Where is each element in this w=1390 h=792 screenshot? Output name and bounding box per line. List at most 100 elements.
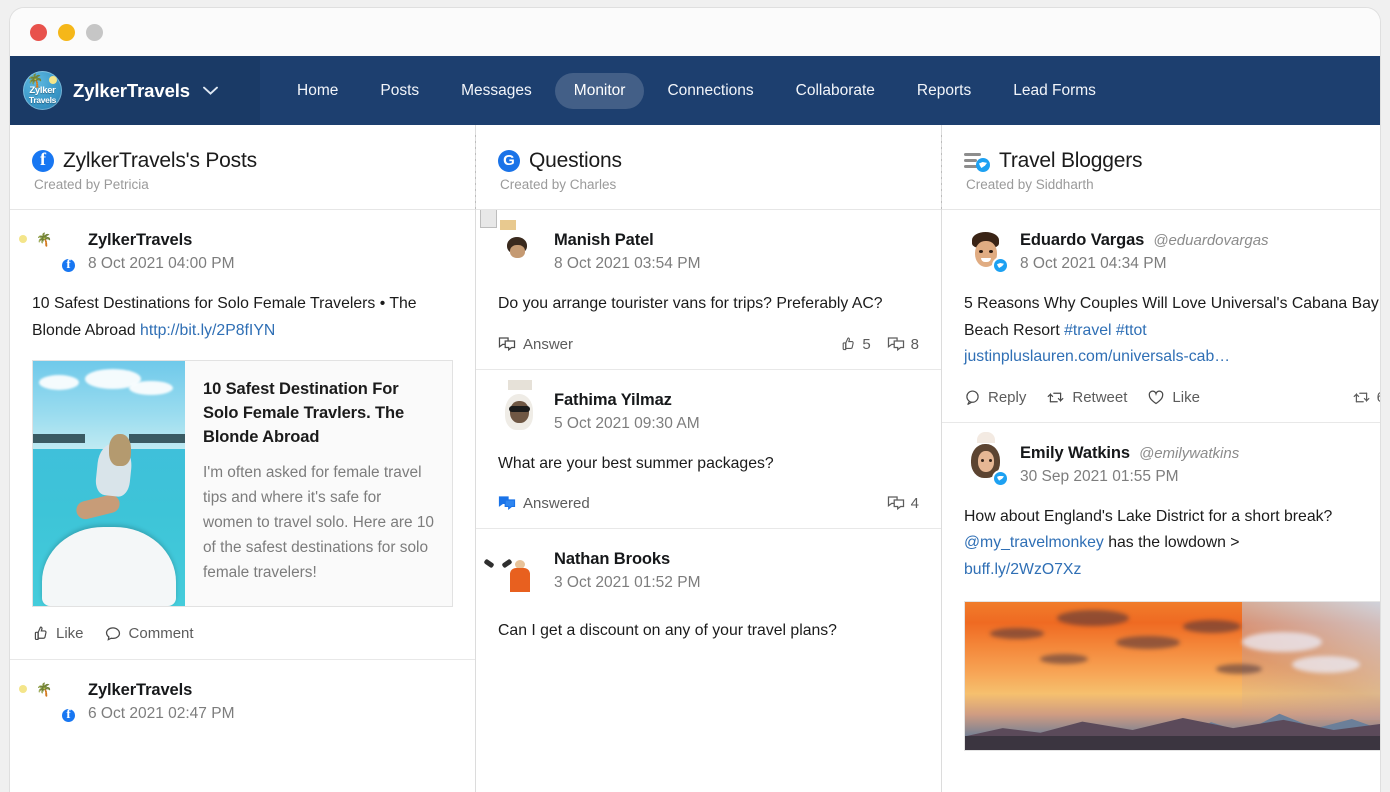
column-feed[interactable]: Eduardo Vargas @eduardovargas 8 Oct 2021…	[942, 210, 1380, 792]
tweet-text: 5 Reasons Why Couples Will Love Universa…	[964, 291, 1380, 371]
thumbs-up-icon	[32, 625, 49, 642]
retweet-label: Retweet	[1072, 389, 1127, 406]
question-actions: Answered 4	[498, 495, 919, 512]
comment-label: Comment	[129, 625, 194, 642]
link-preview-description: I'm often asked for female travel tips a…	[203, 461, 434, 586]
tweet-photo[interactable]	[964, 601, 1380, 751]
answered-label: Answered	[523, 495, 590, 512]
nav-item-home[interactable]: Home	[278, 73, 357, 109]
app-window: 🌴 Zylker Travels ZylkerTravels Home Post…	[10, 8, 1380, 792]
window-controls	[30, 24, 103, 41]
retweet-icon	[1046, 389, 1065, 406]
sun-glyph	[49, 76, 57, 84]
column-feed[interactable]: 🌴 Zylker Travels ZylkerTravels 8 O	[10, 210, 475, 792]
link-preview-title: 10 Safest Destination For Solo Female Tr…	[203, 378, 434, 450]
post-actions: Like Comment	[32, 625, 453, 643]
tweet-handle[interactable]: @eduardovargas	[1153, 232, 1268, 249]
comment-button[interactable]: Comment	[104, 625, 194, 643]
facebook-badge-icon	[60, 257, 77, 274]
column-feed[interactable]: Manish Patel 8 Oct 2021 03:54 PM Do you …	[476, 210, 941, 792]
column-subtitle: Created by Petricia	[34, 177, 455, 192]
answer-label: Answer	[523, 336, 573, 353]
nav-item-messages[interactable]: Messages	[442, 73, 551, 109]
avatar[interactable]: 🌴 Zylker Travels	[32, 680, 75, 723]
tweet-author[interactable]: Emily Watkins	[1020, 444, 1130, 463]
nav-item-monitor[interactable]: Monitor	[555, 73, 645, 109]
facebook-icon	[32, 150, 54, 172]
likes-metric: 5	[840, 336, 870, 353]
avatar[interactable]	[964, 443, 1007, 486]
reply-button[interactable]: Reply	[964, 389, 1026, 406]
column-header: Questions Created by Charles	[476, 125, 941, 210]
tweet-actions: Reply Retweet	[964, 389, 1380, 406]
avatar[interactable]	[498, 230, 541, 273]
feed-post: 🌴 Zylker Travels ZylkerTravels 6 O	[10, 660, 475, 723]
column-header: ZylkerTravels's Posts Created by Petrici…	[10, 125, 475, 210]
answer-button[interactable]: Answer	[498, 336, 573, 353]
nav-item-lead-forms[interactable]: Lead Forms	[994, 73, 1115, 109]
avatar[interactable]: 🌴 Zylker Travels	[32, 230, 75, 273]
avatar[interactable]	[498, 390, 541, 433]
like-button[interactable]: Like	[1147, 389, 1200, 406]
answered-status[interactable]: Answered	[498, 495, 590, 512]
retweet-button[interactable]: Retweet	[1046, 389, 1127, 406]
column-header: Travel Bloggers Created by Siddharth	[942, 125, 1380, 210]
maximize-window-button[interactable]	[86, 24, 103, 41]
post-author[interactable]: ZylkerTravels	[88, 681, 192, 700]
tweet-card: Eduardo Vargas @eduardovargas 8 Oct 2021…	[942, 210, 1380, 423]
nav-item-connections[interactable]: Connections	[648, 73, 772, 109]
retweet-count: 6	[1377, 389, 1380, 406]
column-subtitle: Created by Charles	[500, 177, 921, 192]
nav-item-collaborate[interactable]: Collaborate	[777, 73, 894, 109]
post-author[interactable]: ZylkerTravels	[88, 231, 192, 250]
feed-post: 🌴 Zylker Travels ZylkerTravels 8 O	[10, 210, 475, 660]
primary-nav: Home Posts Messages Monitor Connections …	[260, 56, 1380, 125]
avatar[interactable]	[498, 549, 541, 592]
twitter-list-icon	[964, 150, 990, 172]
facebook-badge-icon	[60, 707, 77, 724]
tweet-text-body: How about England's Lake District for a …	[964, 508, 1332, 525]
thumbs-up-icon	[840, 336, 856, 352]
tweet-link[interactable]: buff.ly/2WzO7Xz	[964, 561, 1081, 578]
question-author[interactable]: Nathan Brooks	[554, 550, 670, 569]
top-navbar: 🌴 Zylker Travels ZylkerTravels Home Post…	[10, 56, 1380, 125]
close-window-button[interactable]	[30, 24, 47, 41]
minimize-window-button[interactable]	[58, 24, 75, 41]
tweet-mention[interactable]: @my_travelmonkey	[964, 534, 1104, 551]
question-author[interactable]: Fathima Yilmaz	[554, 391, 672, 410]
question-text: Can I get a discount on any of your trav…	[498, 618, 919, 645]
like-label: Like	[56, 625, 84, 642]
comments-metric: 8	[887, 336, 919, 353]
brand-logo-icon: 🌴 Zylker Travels	[23, 71, 62, 110]
tweet-link[interactable]: justinpluslauren.com/universals-cab…	[964, 348, 1230, 365]
question-timestamp: 8 Oct 2021 03:54 PM	[554, 255, 700, 273]
tweet-text: How about England's Lake District for a …	[964, 504, 1380, 584]
question-author[interactable]: Manish Patel	[554, 231, 654, 250]
column-travel-bloggers: Travel Bloggers Created by Siddharth	[942, 125, 1380, 792]
like-button[interactable]: Like	[32, 625, 84, 642]
nav-item-reports[interactable]: Reports	[898, 73, 990, 109]
retweet-icon	[1352, 389, 1371, 406]
tweet-hashtags[interactable]: #travel #ttot	[1064, 322, 1147, 339]
column-title: ZylkerTravels's Posts	[63, 149, 257, 173]
question-metrics: 4	[887, 495, 919, 512]
tweet-author[interactable]: Eduardo Vargas	[1020, 231, 1144, 250]
avatar[interactable]	[964, 230, 1007, 273]
tweet-handle[interactable]: @emilywatkins	[1139, 445, 1239, 462]
like-label: Like	[1172, 389, 1200, 406]
question-timestamp: 5 Oct 2021 09:30 AM	[554, 415, 700, 433]
nav-item-posts[interactable]: Posts	[361, 73, 438, 109]
column-title: Travel Bloggers	[999, 149, 1142, 173]
monitor-board: ZylkerTravels's Posts Created by Petrici…	[10, 125, 1380, 792]
comments-count: 8	[911, 336, 919, 353]
link-preview-card[interactable]: 10 Safest Destination For Solo Female Tr…	[32, 360, 453, 607]
brand-switcher[interactable]: 🌴 Zylker Travels ZylkerTravels	[10, 56, 260, 125]
post-link[interactable]: http://bit.ly/2P8fIYN	[140, 322, 275, 339]
tweet-timestamp: 8 Oct 2021 04:34 PM	[1020, 255, 1269, 273]
tweet-card: Emily Watkins @emilywatkins 30 Sep 2021 …	[942, 423, 1380, 768]
question-text: What are your best summer packages?	[498, 451, 919, 478]
chevron-down-icon[interactable]	[203, 86, 218, 95]
question-timestamp: 3 Oct 2021 01:52 PM	[554, 574, 700, 592]
twitter-badge-icon	[992, 257, 1009, 274]
twitter-badge-icon	[992, 470, 1009, 487]
